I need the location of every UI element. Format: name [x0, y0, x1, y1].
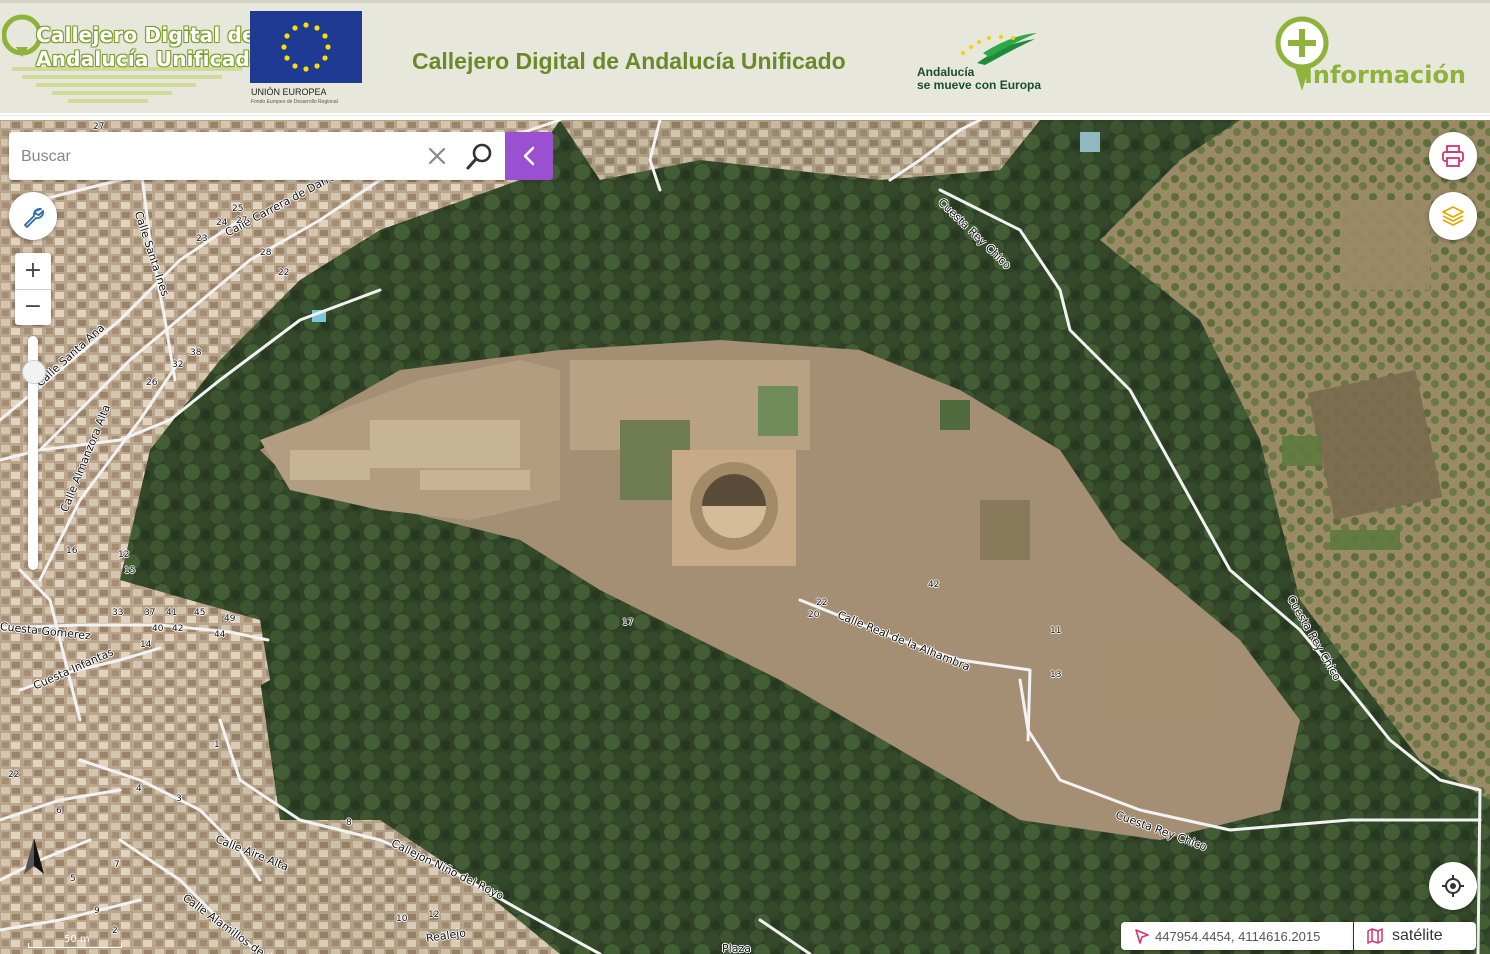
clear-search-button[interactable]: [425, 144, 449, 168]
house-number: 20: [808, 610, 820, 620]
satellite-imagery: [0, 120, 1490, 954]
logo-line2: Andalucía Unificado: [36, 47, 264, 71]
street-label: Plaza: [722, 942, 751, 954]
app-header: Callejero Digital de Andalucía Unificado…: [0, 0, 1490, 116]
house-number: 26: [146, 378, 158, 388]
house-number: 27: [236, 216, 248, 226]
house-number: 10: [396, 914, 408, 924]
informacion-label: Información: [1304, 61, 1467, 89]
search-input[interactable]: [19, 132, 423, 182]
coordinates-display: 447954.4454, 4114616.2015: [1121, 922, 1353, 950]
house-number: 15: [124, 566, 136, 576]
house-number: 25: [232, 204, 244, 214]
house-number: 13: [1050, 670, 1062, 680]
zoom-out-button[interactable]: −: [15, 289, 51, 325]
house-number: 33: [112, 608, 124, 618]
page-title: Callejero Digital de Andalucía Unificado: [412, 48, 846, 74]
house-number: 12: [428, 910, 440, 920]
house-number: 41: [166, 608, 178, 618]
coordinates-text: 447954.4454, 4114616.2015: [1155, 929, 1321, 944]
house-number: 8: [346, 818, 352, 828]
andalucia-line1: Andalucía: [917, 65, 975, 79]
house-number: 11: [1050, 626, 1062, 636]
house-number: 22: [278, 268, 290, 278]
eu-stars-icon: [281, 22, 331, 72]
zoom-slider-thumb[interactable]: [22, 360, 46, 385]
layers-button[interactable]: [1429, 192, 1477, 240]
locate-button[interactable]: [1429, 862, 1477, 910]
house-number: 28: [260, 248, 272, 258]
house-number: 2: [112, 926, 118, 936]
house-number: 22: [8, 770, 20, 780]
scale-bar: [28, 943, 122, 948]
map-icon: [1367, 928, 1383, 944]
house-number: 17: [622, 618, 634, 628]
logo-line1: Callejero Digital de: [36, 23, 256, 47]
tools-button[interactable]: [9, 192, 57, 240]
house-number: 40: [152, 624, 164, 634]
search-button[interactable]: [465, 141, 495, 171]
layers-icon: [1442, 206, 1464, 226]
house-number: 42: [928, 580, 940, 590]
magnifier-icon: [466, 143, 492, 170]
eu-label: UNIÓN EUROPEA: [251, 87, 327, 97]
house-number: 37: [144, 608, 156, 618]
close-icon: [428, 147, 446, 165]
house-number: 44: [214, 630, 226, 640]
basemap-switch[interactable]: satélite: [1354, 922, 1476, 950]
house-number: 1: [214, 740, 220, 750]
search-bar: [9, 132, 505, 182]
house-number: 14: [140, 640, 152, 650]
house-number: 4: [136, 784, 142, 794]
print-button[interactable]: [1429, 132, 1477, 180]
cursor-icon: [1135, 929, 1149, 944]
house-number: 27: [93, 122, 105, 132]
house-number: 38: [190, 348, 202, 358]
wrench-icon: [24, 208, 44, 228]
house-number: 9: [94, 906, 100, 916]
house-number: 45: [194, 608, 206, 618]
eu-sublabel: Fondo Europeo de Desarrollo Regional: [251, 99, 338, 105]
collapse-panel-button[interactable]: [505, 132, 553, 180]
basemap-label: satélite: [1392, 927, 1443, 944]
house-number: 32: [172, 360, 184, 370]
eu-flag: [250, 11, 362, 83]
house-number: 42: [172, 624, 184, 634]
map-canvas[interactable]: Calle Carrera de Darro Calle Santa Ines …: [0, 120, 1490, 954]
andalucia-swoosh-icon: [961, 33, 1037, 65]
zoom-in-button[interactable]: +: [15, 253, 51, 290]
callejero-logo[interactable]: Callejero Digital de Andalucía Unificado: [1, 9, 264, 109]
house-number: 22: [816, 598, 828, 608]
north-arrow-icon: [24, 838, 44, 874]
zoom-control: + −: [15, 253, 51, 325]
andalucia-line2: se mueve con Europa: [917, 78, 1042, 92]
house-number: 7: [114, 860, 120, 870]
palacio-carlos-v: [672, 450, 796, 566]
house-number: 5: [70, 874, 76, 884]
house-number: 16: [66, 546, 78, 556]
header-divider: [0, 113, 1490, 115]
house-number: 3: [176, 794, 182, 804]
informacion-link[interactable]: Información: [1272, 15, 1482, 99]
crosshair-icon: [1442, 875, 1464, 897]
andalucia-europa-logo: Andalucía se mueve con Europa: [915, 33, 1045, 95]
house-number: 6: [56, 806, 62, 816]
house-number: 23: [196, 234, 208, 244]
house-number: 49: [224, 614, 236, 624]
chevron-left-icon: [523, 146, 535, 166]
house-number: 24: [216, 218, 228, 228]
printer-icon: [1442, 145, 1464, 167]
house-number: 12: [118, 550, 130, 560]
